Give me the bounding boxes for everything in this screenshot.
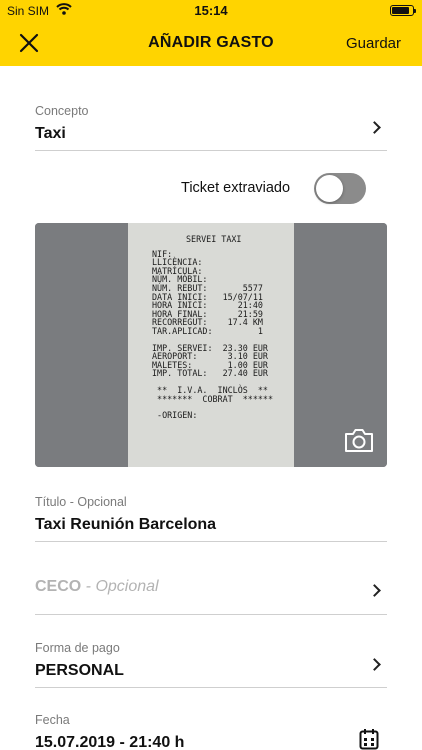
concepto-value: Taxi [35, 125, 66, 142]
fecha-label: Fecha [35, 713, 70, 727]
receipt-amounts: IMP. SERVEI: 23.30 EUR AEROPORT: 3.10 EU… [152, 343, 294, 379]
ceco-hint: - Opcional [81, 578, 159, 595]
concepto-field[interactable]: Concepto Taxi [35, 104, 387, 151]
app-header: Sin SIM 15:14 AÑADIR GASTO Guardar [0, 0, 422, 66]
receipt-line: TAR.APLICAD: 1 [152, 325, 263, 336]
status-bar: Sin SIM 15:14 [0, 0, 422, 22]
ceco-label: CECO [35, 578, 82, 595]
calendar-icon [359, 729, 379, 750]
forma-pago-field[interactable]: Forma de pago PERSONAL [35, 641, 387, 688]
receipt-footer-line: -ORIGEN: [152, 410, 198, 421]
status-time: 15:14 [194, 3, 228, 18]
receipt-paper: SERVEI TAXI NIF: LLICÈNCIA: MATRÍCULA: N… [128, 223, 294, 467]
titulo-label: Título - Opcional [35, 495, 127, 509]
battery-icon [390, 5, 416, 16]
fecha-value: 15.07.2019 - 21:40 h [35, 734, 185, 750]
receipt-amount: IMP. TOTAL: 27.40 EUR [152, 368, 268, 379]
save-button[interactable]: Guardar [346, 35, 401, 52]
ceco-field[interactable]: CECO - Opcional [35, 578, 387, 615]
fecha-field[interactable]: Fecha 15.07.2019 - 21:40 h [35, 713, 387, 750]
receipt-photo[interactable]: SERVEI TAXI NIF: LLICÈNCIA: MATRÍCULA: N… [35, 223, 387, 467]
titulo-field[interactable]: Título - Opcional Taxi Reunión Barcelona [35, 495, 387, 542]
ceco-placeholder: CECO - Opcional [35, 578, 387, 596]
receipt-footer: ** I.V.A. INCLÒS ** ******* COBRAT *****… [152, 386, 294, 420]
toggle-knob [316, 175, 343, 202]
concepto-label: Concepto [35, 104, 89, 118]
ticket-extraviado-label: Ticket extraviado [181, 180, 291, 196]
forma-pago-label: Forma de pago [35, 641, 120, 655]
forma-pago-value: PERSONAL [35, 662, 124, 679]
titulo-value: Taxi Reunión Barcelona [35, 516, 217, 533]
receipt-title: SERVEI TAXI [186, 234, 242, 244]
photo-background-left [35, 223, 128, 467]
camera-icon[interactable] [343, 426, 375, 454]
receipt-footer-line: ******* COBRAT ****** [152, 393, 274, 404]
ticket-extraviado-toggle[interactable] [314, 173, 366, 204]
receipt-details: NIF: LLICÈNCIA: MATRÍCULA: NÚM. MÒBIL: N… [152, 249, 294, 336]
